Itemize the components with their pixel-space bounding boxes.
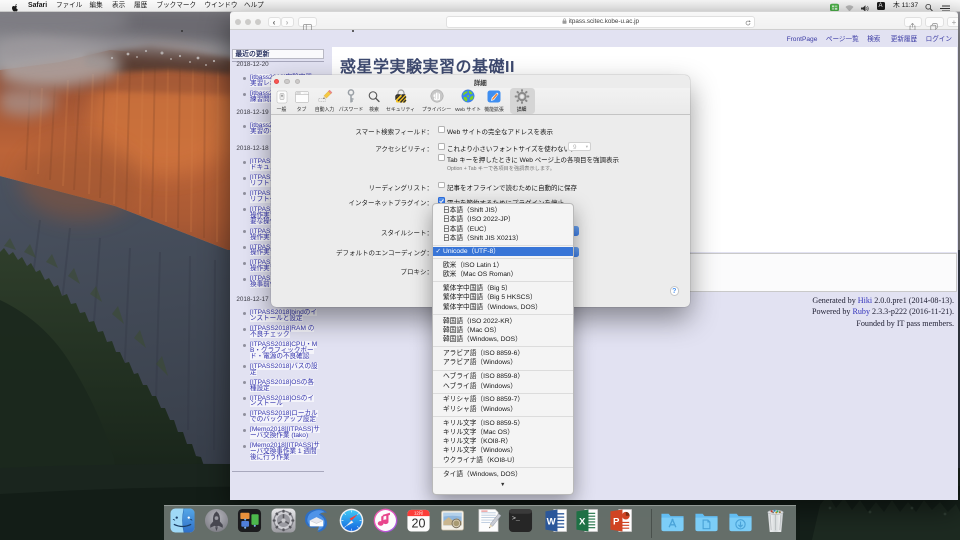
- svg-text:P: P: [613, 516, 620, 527]
- svg-text:W: W: [546, 516, 556, 527]
- svg-text:20: 20: [412, 516, 426, 530]
- svg-text:>_: >_: [512, 515, 521, 523]
- svg-text:X: X: [579, 516, 586, 527]
